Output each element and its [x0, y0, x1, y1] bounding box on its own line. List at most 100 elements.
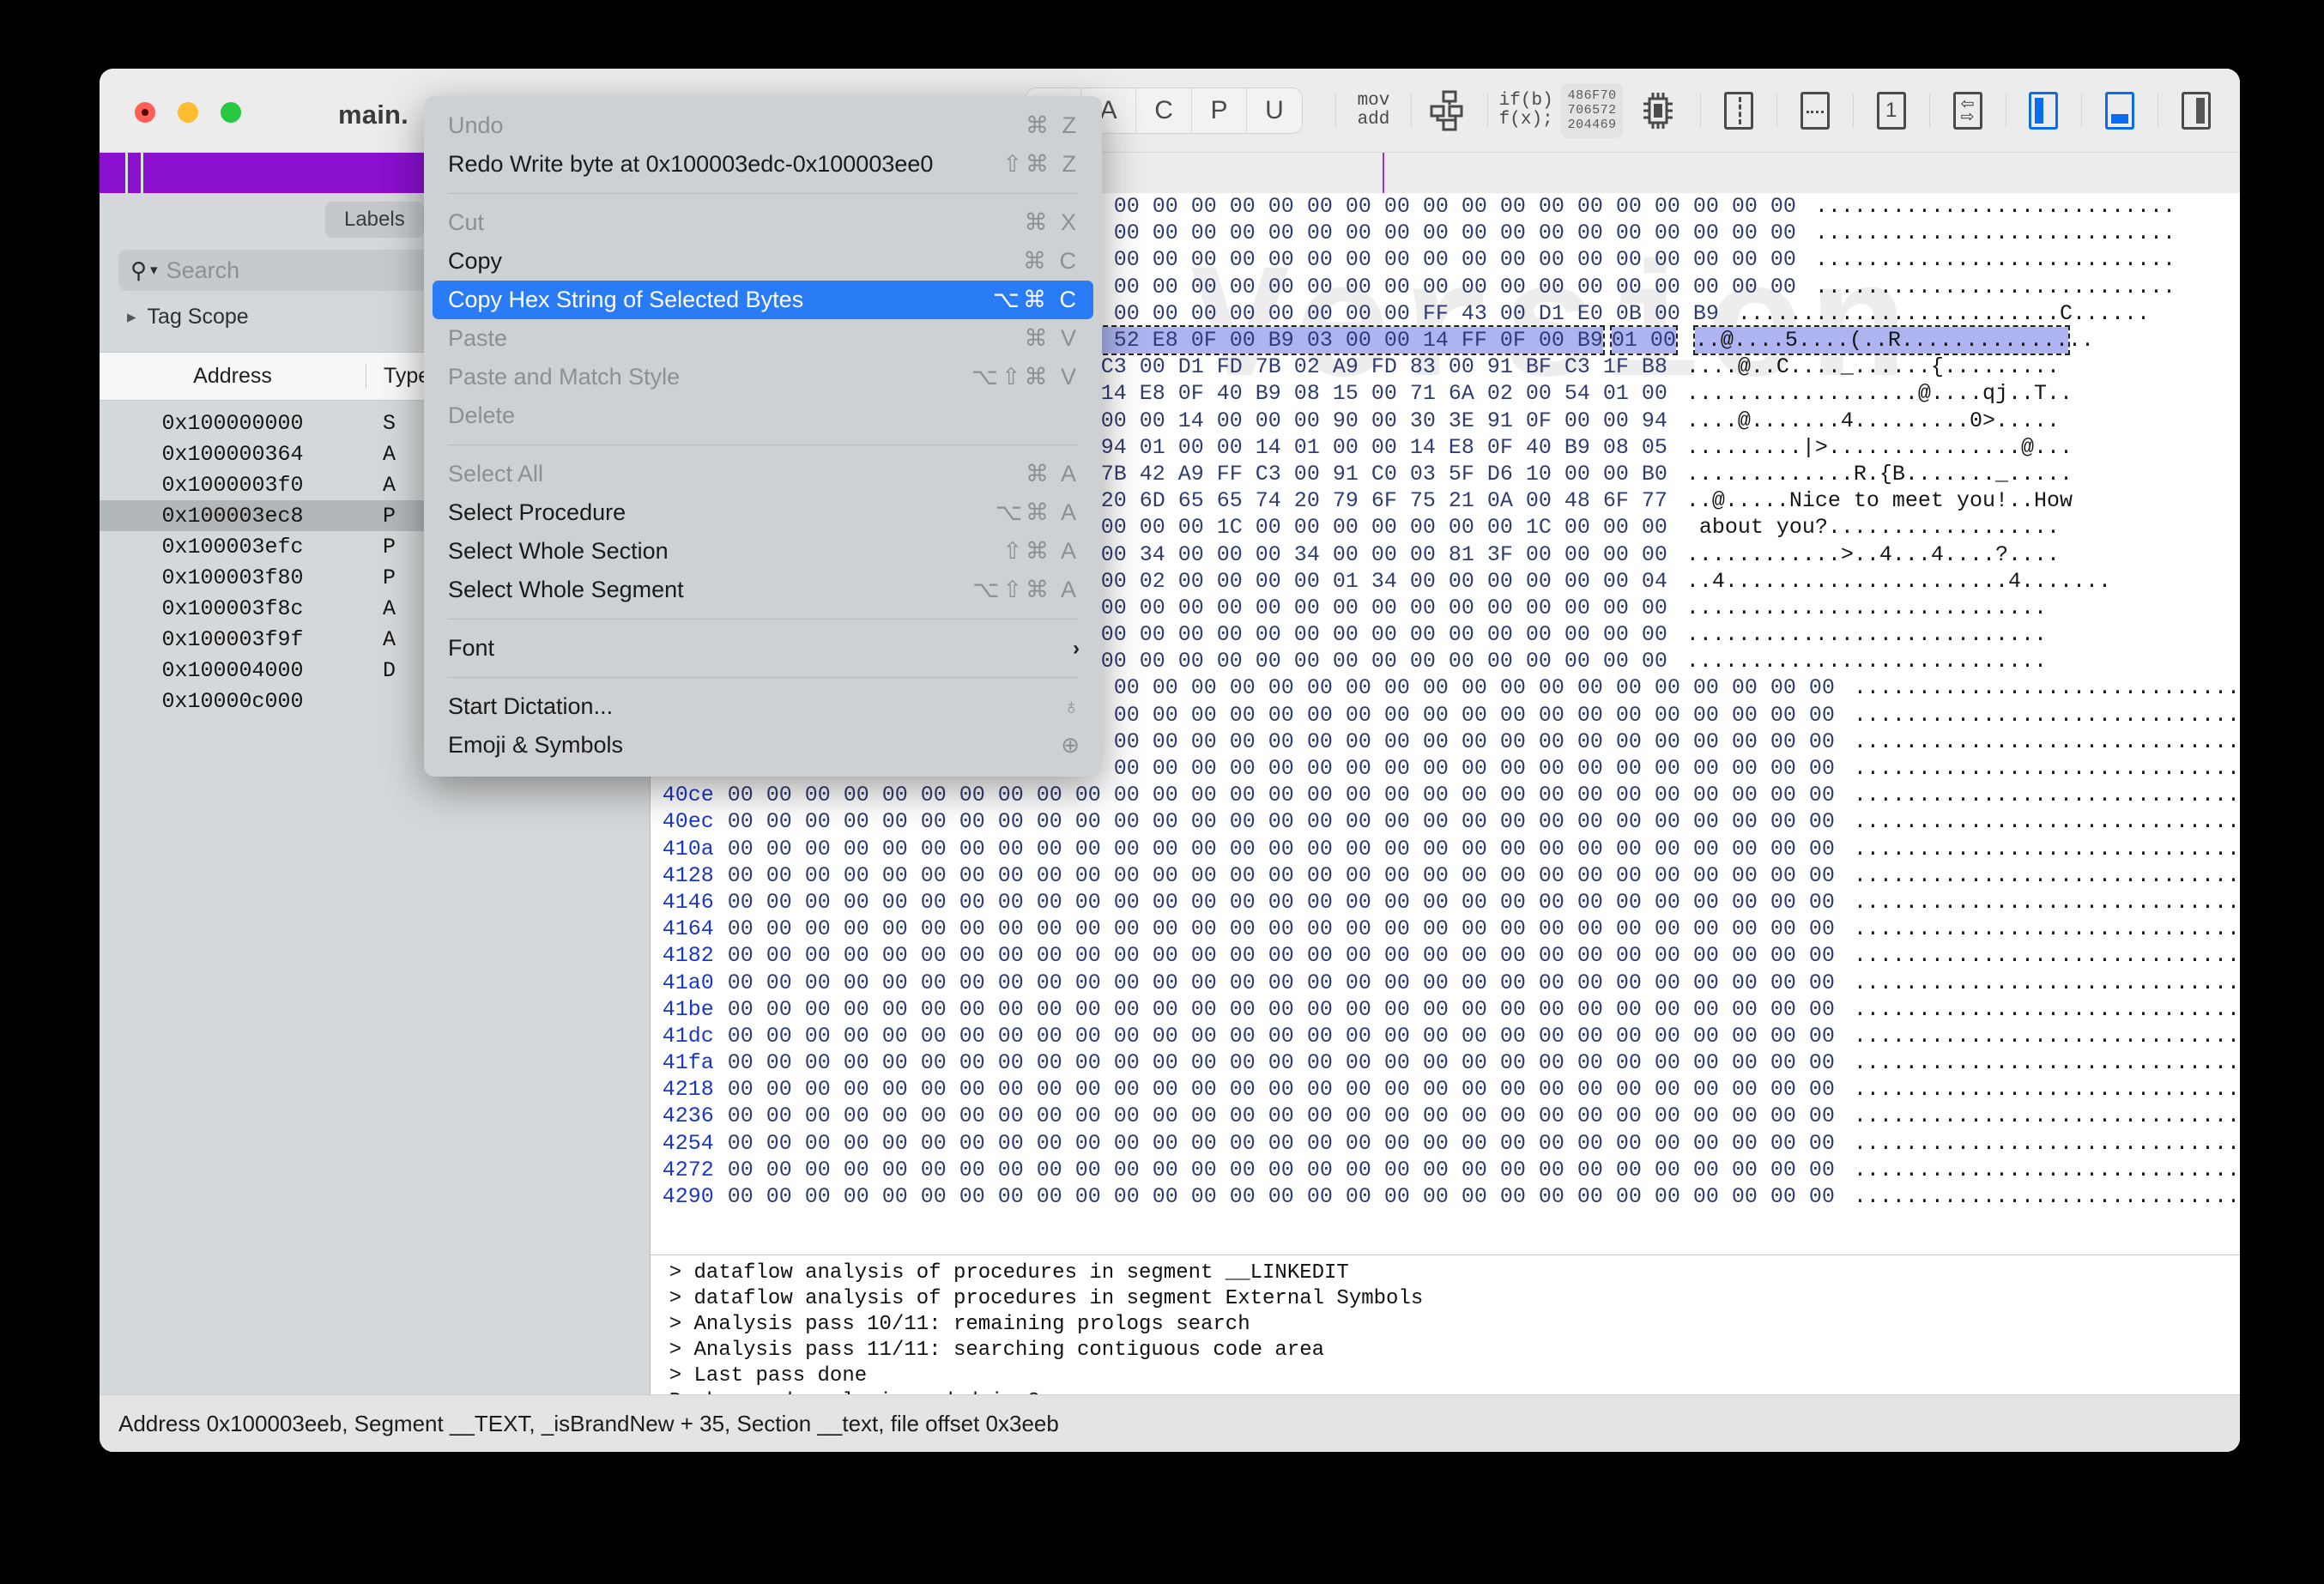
hex-ascii[interactable]: .............................. [1854, 862, 2240, 889]
hex-ascii[interactable]: .............................. [1854, 1049, 2240, 1076]
hex-ascii[interactable]: .........................C...... [1738, 300, 2150, 327]
hex-line[interactable]: 41fa 00 00 00 00 00 00 00 00 00 00 00 00 … [651, 1049, 2240, 1076]
minimize-window-button[interactable] [178, 102, 198, 123]
hex-ascii[interactable]: .............................. [1854, 782, 2240, 808]
hex-line[interactable]: 4254 00 00 00 00 00 00 00 00 00 00 00 00 … [651, 1130, 2240, 1157]
hex-bytes[interactable]: 00 00 00 00 00 00 00 00 00 00 00 00 00 0… [728, 889, 1835, 916]
hex-ascii[interactable]: .........|>...............@... [1686, 434, 2073, 461]
hex-ascii[interactable]: .............................. [1854, 836, 2240, 862]
menu-item-redo-write-byte-at-0x100003edc-0x100003ee0[interactable]: Redo Write byte at 0x100003edc-0x100003e… [424, 145, 1102, 184]
hex-ascii[interactable]: ....@..C...._......{......... [1686, 354, 2060, 380]
hex-line[interactable]: 4146 00 00 00 00 00 00 00 00 00 00 00 00 … [651, 889, 2240, 916]
hex-ascii[interactable]: ............................ [1815, 220, 2176, 246]
hex-bytes[interactable]: 00 00 00 00 00 00 00 00 00 00 00 00 00 0… [728, 996, 1835, 1023]
hex-ascii[interactable]: .............................. [1854, 916, 2240, 942]
column-header-address[interactable]: Address [100, 364, 366, 389]
close-window-button[interactable] [135, 102, 155, 123]
hex-ascii[interactable]: ..................@....qj..T.. [1686, 380, 2073, 407]
single-pane-icon[interactable]: 1 [1868, 87, 1915, 135]
hex-bytes[interactable]: 00 00 00 00 00 00 00 00 00 00 00 00 00 0… [728, 1157, 1835, 1183]
hex-ascii[interactable]: .............................. [1854, 942, 2240, 969]
swap-panes-icon[interactable]: ⇦ ⇨ [1945, 87, 1991, 135]
menu-item-copy[interactable]: Copy ⌘ C [424, 242, 1102, 281]
menu-item-start-dictation[interactable]: Start Dictation... ♁ [424, 687, 1102, 726]
menu-item-emoji-symbols[interactable]: Emoji & Symbols ⊕ [424, 726, 1102, 765]
hex-bytes[interactable]: 00 00 00 00 00 00 00 00 00 00 00 00 00 0… [728, 862, 1835, 889]
hex-ascii[interactable]: ....@.......4.........0>..... [1686, 408, 2060, 434]
hex-line[interactable]: 4236 00 00 00 00 00 00 00 00 00 00 00 00 … [651, 1103, 2240, 1129]
hex-bytes[interactable]: 00 00 00 00 00 00 00 00 00 00 00 00 00 0… [728, 942, 1835, 969]
hex-bytes[interactable]: 00 00 00 00 00 00 00 00 00 00 00 00 00 0… [728, 1130, 1835, 1157]
hex-ascii[interactable]: ..@....5....(..R............. [1692, 325, 2070, 356]
mode-button-c[interactable]: C [1136, 88, 1192, 133]
menu-item-select-whole-section[interactable]: Select Whole Section ⇧⌘ A [424, 532, 1102, 571]
hex-mode-icon[interactable]: 486F70 706572 204469 [1561, 82, 1624, 138]
hex-line[interactable]: 4182 00 00 00 00 00 00 00 00 00 00 00 00 … [651, 942, 2240, 969]
hex-bytes[interactable]: 00 00 00 00 00 00 00 00 00 00 00 00 00 0… [728, 970, 1835, 996]
hex-bytes[interactable]: 00 00 00 00 00 00 00 00 00 00 00 00 00 0… [728, 782, 1835, 808]
hex-ascii[interactable]: ............................ [1686, 621, 2047, 648]
hex-line[interactable]: 4128 00 00 00 00 00 00 00 00 00 00 00 00 … [651, 862, 2240, 889]
hex-ascii[interactable]: .............................. [1854, 889, 2240, 916]
hex-ascii[interactable]: .............R.{B......._..... [1686, 461, 2073, 487]
pseudocode-icon[interactable]: if(b) f(x); [1499, 87, 1553, 135]
hex-line[interactable]: 410a 00 00 00 00 00 00 00 00 00 00 00 00 … [651, 836, 2240, 862]
hex-ascii[interactable]: ............................ [1815, 246, 2176, 273]
menu-item-font[interactable]: Font › [424, 629, 1102, 668]
hex-line[interactable]: 40ec 00 00 00 00 00 00 00 00 00 00 00 00 … [651, 808, 2240, 835]
chevron-down-icon[interactable]: ▾ [150, 262, 158, 279]
cpu-processor-icon[interactable] [1635, 87, 1681, 135]
menu-item-select-procedure[interactable]: Select Procedure ⌥⌘ A [424, 493, 1102, 532]
hex-ascii[interactable]: .............................. [1854, 1076, 2240, 1103]
hex-line[interactable]: 4218 00 00 00 00 00 00 00 00 00 00 00 00 … [651, 1076, 2240, 1103]
mode-button-p[interactable]: P [1191, 88, 1248, 133]
hex-ascii[interactable]: ............................ [1815, 193, 2176, 220]
cfg-graph-icon[interactable] [1426, 87, 1473, 135]
hex-ascii[interactable]: about you?.................. [1686, 514, 2060, 541]
hex-ascii[interactable]: .............................. [1854, 1103, 2240, 1129]
split-vertical-dashed-icon[interactable] [1716, 87, 1762, 135]
toggle-left-sidebar-icon[interactable] [2020, 87, 2067, 135]
hex-ascii[interactable]: .............................. [1854, 674, 2240, 701]
hex-ascii[interactable]: .............................. [1854, 808, 2240, 835]
hex-ascii[interactable]: ............................ [1686, 595, 2047, 621]
toggle-bottom-panel-icon[interactable] [2097, 87, 2143, 135]
hex-ascii[interactable]: ............................ [1686, 648, 2047, 674]
hex-bytes[interactable]: 00 00 00 00 00 00 00 00 00 00 00 00 00 0… [728, 836, 1835, 862]
hex-ascii[interactable]: .............................. [1854, 1023, 2240, 1049]
hex-bytes[interactable]: 00 00 00 00 00 00 00 00 00 00 00 00 00 0… [728, 1076, 1835, 1103]
hex-ascii[interactable]: .............................. [1854, 755, 2240, 782]
hex-ascii[interactable]: .............................. [1854, 970, 2240, 996]
hex-line[interactable]: 4290 00 00 00 00 00 00 00 00 00 00 00 00 … [651, 1183, 2240, 1210]
hex-bytes[interactable]: 00 00 00 00 00 00 00 00 00 00 00 00 00 0… [728, 1049, 1835, 1076]
hex-ascii[interactable]: .............................. [1854, 702, 2240, 729]
sidebar-tab-labels[interactable]: Labels [324, 202, 424, 238]
hex-ascii[interactable]: .............................. [1854, 996, 2240, 1023]
segment-overview-bar[interactable] [100, 153, 2240, 194]
hex-ascii[interactable]: .............................. [1854, 1157, 2240, 1183]
context-menu[interactable]: Undo ⌘ Z Redo Write byte at 0x100003edc-0x… [424, 96, 1102, 777]
hex-ascii[interactable]: ............>..4...4....?.... [1686, 541, 2060, 568]
menu-item-copy-hex-string-of-selected-bytes[interactable]: Copy Hex String of Selected Bytes ⌥⌘ C [433, 281, 1093, 319]
hex-bytes[interactable]: 00 00 00 00 00 00 00 00 00 00 00 00 00 0… [728, 916, 1835, 942]
assembly-mode-icon[interactable]: mov add [1350, 87, 1396, 135]
hex-line[interactable]: 4272 00 00 00 00 00 00 00 00 00 00 00 00 … [651, 1157, 2240, 1183]
hex-ascii[interactable]: ..4......................4....... [1686, 568, 2111, 595]
hex-ascii[interactable]: .............................. [1854, 729, 2240, 755]
hex-bytes-trailing[interactable]: 01 00 [1609, 325, 1678, 356]
hex-ascii[interactable]: ..@.....Nice to meet you!..How [1686, 487, 2073, 514]
hex-ascii[interactable]: .............................. [1854, 1183, 2240, 1210]
hex-ascii[interactable]: .............................. [1854, 1130, 2240, 1157]
mode-button-u[interactable]: U [1247, 88, 1302, 133]
menu-item-select-whole-segment[interactable]: Select Whole Segment ⌥⇧⌘ A [424, 571, 1102, 609]
hex-ascii[interactable]: ............................ [1815, 274, 2176, 300]
split-horizontal-dotted-icon[interactable] [1792, 87, 1838, 135]
toggle-right-sidebar-icon[interactable] [2173, 87, 2219, 135]
hex-bytes[interactable]: 00 00 00 00 00 00 00 00 00 00 00 00 00 0… [728, 1023, 1835, 1049]
hex-line[interactable]: 40ce 00 00 00 00 00 00 00 00 00 00 00 00 … [651, 782, 2240, 808]
hex-line[interactable]: 41dc 00 00 00 00 00 00 00 00 00 00 00 00 … [651, 1023, 2240, 1049]
hex-line[interactable]: 4164 00 00 00 00 00 00 00 00 00 00 00 00 … [651, 916, 2240, 942]
hex-bytes[interactable]: 00 00 00 00 00 00 00 00 00 00 00 00 00 0… [728, 1183, 1835, 1210]
hex-bytes[interactable]: 00 00 00 00 00 00 00 00 00 00 00 00 00 0… [728, 808, 1835, 835]
hex-bytes[interactable]: 00 00 00 00 00 00 00 00 00 00 00 00 00 0… [728, 1103, 1835, 1129]
